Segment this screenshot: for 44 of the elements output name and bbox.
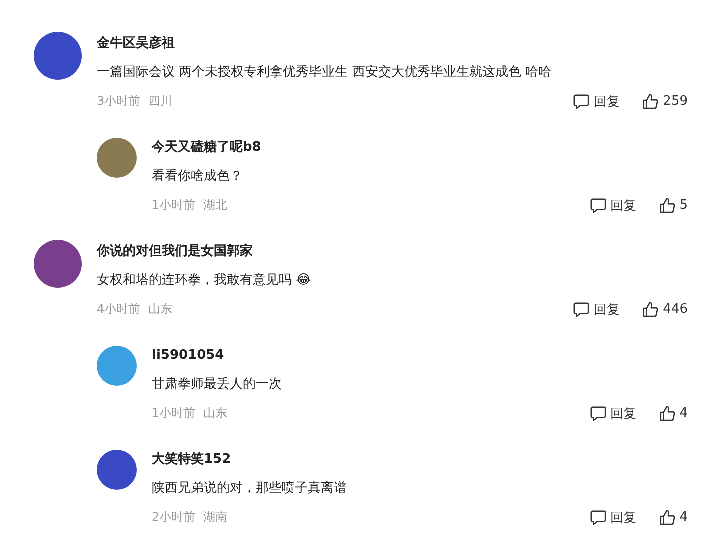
avatar-photo[interactable] bbox=[34, 32, 82, 80]
avatar-photo[interactable] bbox=[97, 450, 137, 490]
speech-bubble-icon bbox=[573, 301, 590, 318]
comment-time: 1小时前 bbox=[152, 405, 196, 422]
comment-location: 山东 bbox=[204, 405, 228, 422]
speech-bubble-icon bbox=[590, 405, 607, 422]
comment-location: 湖南 bbox=[204, 509, 228, 526]
speech-bubble-icon bbox=[573, 93, 590, 110]
comment-time: 1小时前 bbox=[152, 197, 196, 214]
thumbs-up-icon bbox=[642, 301, 660, 318]
thumbs-up-icon bbox=[658, 197, 676, 214]
comment-text: 看看你啥成色？ bbox=[152, 168, 243, 186]
speech-bubble-icon bbox=[590, 197, 607, 214]
username[interactable]: li5901054 bbox=[152, 342, 224, 370]
reply-button[interactable]: 回复 bbox=[590, 196, 637, 214]
like-button[interactable]: 259 bbox=[642, 93, 688, 110]
like-button[interactable]: 5 bbox=[658, 197, 688, 214]
comment-text: 甘肃拳师最丢人的一次 bbox=[152, 376, 282, 394]
comment-location: 四川 bbox=[148, 93, 173, 110]
username[interactable]: 今天又磕糖了呢b8 bbox=[152, 134, 262, 162]
like-button[interactable]: 446 bbox=[642, 301, 688, 318]
thumbs-up-icon bbox=[658, 405, 676, 422]
like-button[interactable]: 4 bbox=[658, 405, 688, 422]
comment-time: 4小时前 bbox=[97, 301, 141, 318]
thumbs-up-icon bbox=[658, 509, 676, 526]
comment-text: 陕西兄弟说的对，那些喷子真离谱 bbox=[152, 480, 347, 498]
like-button[interactable]: 4 bbox=[658, 509, 688, 526]
reply-button[interactable]: 回复 bbox=[590, 404, 637, 422]
username[interactable]: 你说的对但我们是女国郭家 bbox=[97, 238, 253, 266]
comment-text: 一篇国际会议 两个未授权专利拿优秀毕业生 西安交大优秀毕业生就这成色 哈哈 bbox=[97, 64, 552, 82]
username[interactable]: 金牛区吴彦祖 bbox=[97, 30, 175, 58]
comment-time: 3小时前 bbox=[97, 93, 141, 110]
avatar-photo[interactable] bbox=[97, 138, 137, 178]
comment-text: 女权和塔的连环拳，我敢有意见吗 😂 bbox=[97, 272, 312, 290]
username[interactable]: 大笑特笑152 bbox=[152, 446, 232, 474]
reply-button[interactable]: 回复 bbox=[573, 92, 620, 110]
comment-location: 湖北 bbox=[204, 197, 228, 214]
comment-location: 山东 bbox=[148, 301, 173, 318]
reply-button[interactable]: 回复 bbox=[573, 300, 620, 318]
speech-bubble-icon bbox=[590, 509, 607, 526]
comment-time: 2小时前 bbox=[152, 509, 196, 526]
thumbs-up-icon bbox=[642, 93, 660, 110]
reply-button[interactable]: 回复 bbox=[590, 508, 637, 526]
avatar-photo[interactable] bbox=[34, 240, 82, 288]
